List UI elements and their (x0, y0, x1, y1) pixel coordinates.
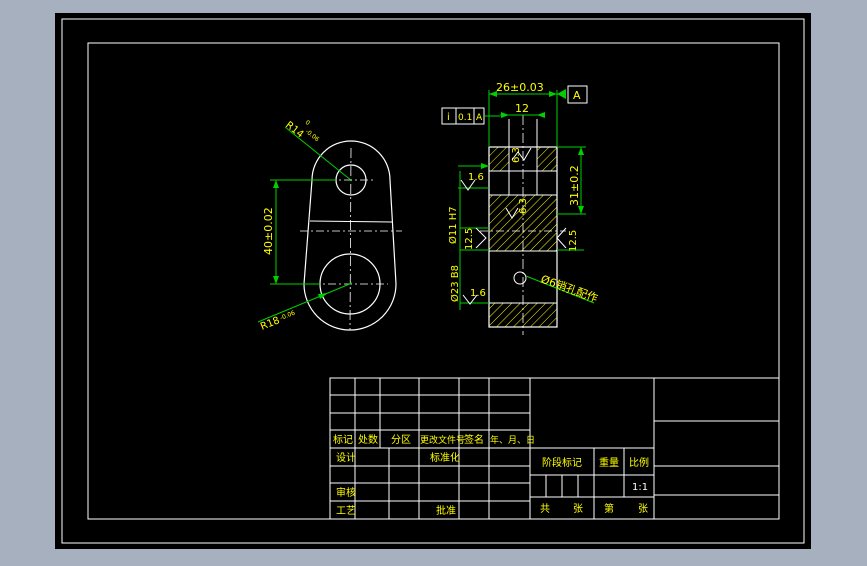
label-stage-mark: 阶段标记 (542, 456, 582, 469)
label-total: 共 (540, 503, 550, 515)
dim26-label: 26±0.03 (496, 81, 544, 94)
rev-header-count: 处数 (358, 433, 378, 446)
label-page: 第 (604, 502, 614, 515)
rev-header-mark: 标记 (333, 434, 353, 446)
dim31-label: 31±0.2 (568, 165, 581, 206)
drawing-canvas: R14 0 -0.06 40±0.02 R18 -0.06 26±0.03 A … (55, 13, 811, 549)
hatch-right-upper (537, 147, 557, 171)
bore-upper-label: Ø11 H7 (447, 206, 459, 244)
drawing-sheet (55, 13, 811, 549)
tolerance-symbol: i (447, 112, 450, 123)
rough-right-mid-label: 12.5 (568, 230, 579, 252)
rev-header-date: 年、月、日 (490, 434, 535, 446)
scale-value: 1:1 (632, 482, 648, 493)
rough-left-mid-label: 12.5 (464, 228, 475, 250)
tolerance-datum: A (476, 113, 483, 123)
hatch-left-upper (489, 147, 509, 171)
dim12-label: 12 (515, 102, 529, 115)
label-weight: 重量 (599, 456, 619, 469)
tolerance-value: 0.1 (458, 113, 472, 123)
cad-viewport: R14 0 -0.06 40±0.02 R18 -0.06 26±0.03 A … (0, 0, 867, 562)
rough-left-top-label: 1.6 (468, 172, 484, 183)
label-scale: 比例 (629, 456, 649, 469)
dim40-label: 40±0.02 (262, 207, 275, 255)
label-sheet: 张 (638, 503, 648, 515)
label-approve: 批准 (436, 504, 456, 517)
label-review: 审核 (336, 486, 356, 499)
label-process: 工艺 (336, 505, 356, 517)
bore-lower-label: Ø23 B8 (449, 265, 461, 302)
datum-a-label: A (573, 89, 581, 102)
rev-header-sign: 签名 (464, 433, 484, 446)
rough-left-bottom-label: 1.6 (470, 288, 486, 299)
rev-header-zone: 分区 (391, 434, 411, 446)
rev-header-doc: 更改文件号 (420, 434, 465, 446)
label-standardize: 标准化 (430, 451, 460, 464)
label-design: 设计 (336, 451, 356, 464)
label-sheets: 张 (573, 503, 583, 515)
rough-mid-label: 6.3 (518, 198, 529, 214)
